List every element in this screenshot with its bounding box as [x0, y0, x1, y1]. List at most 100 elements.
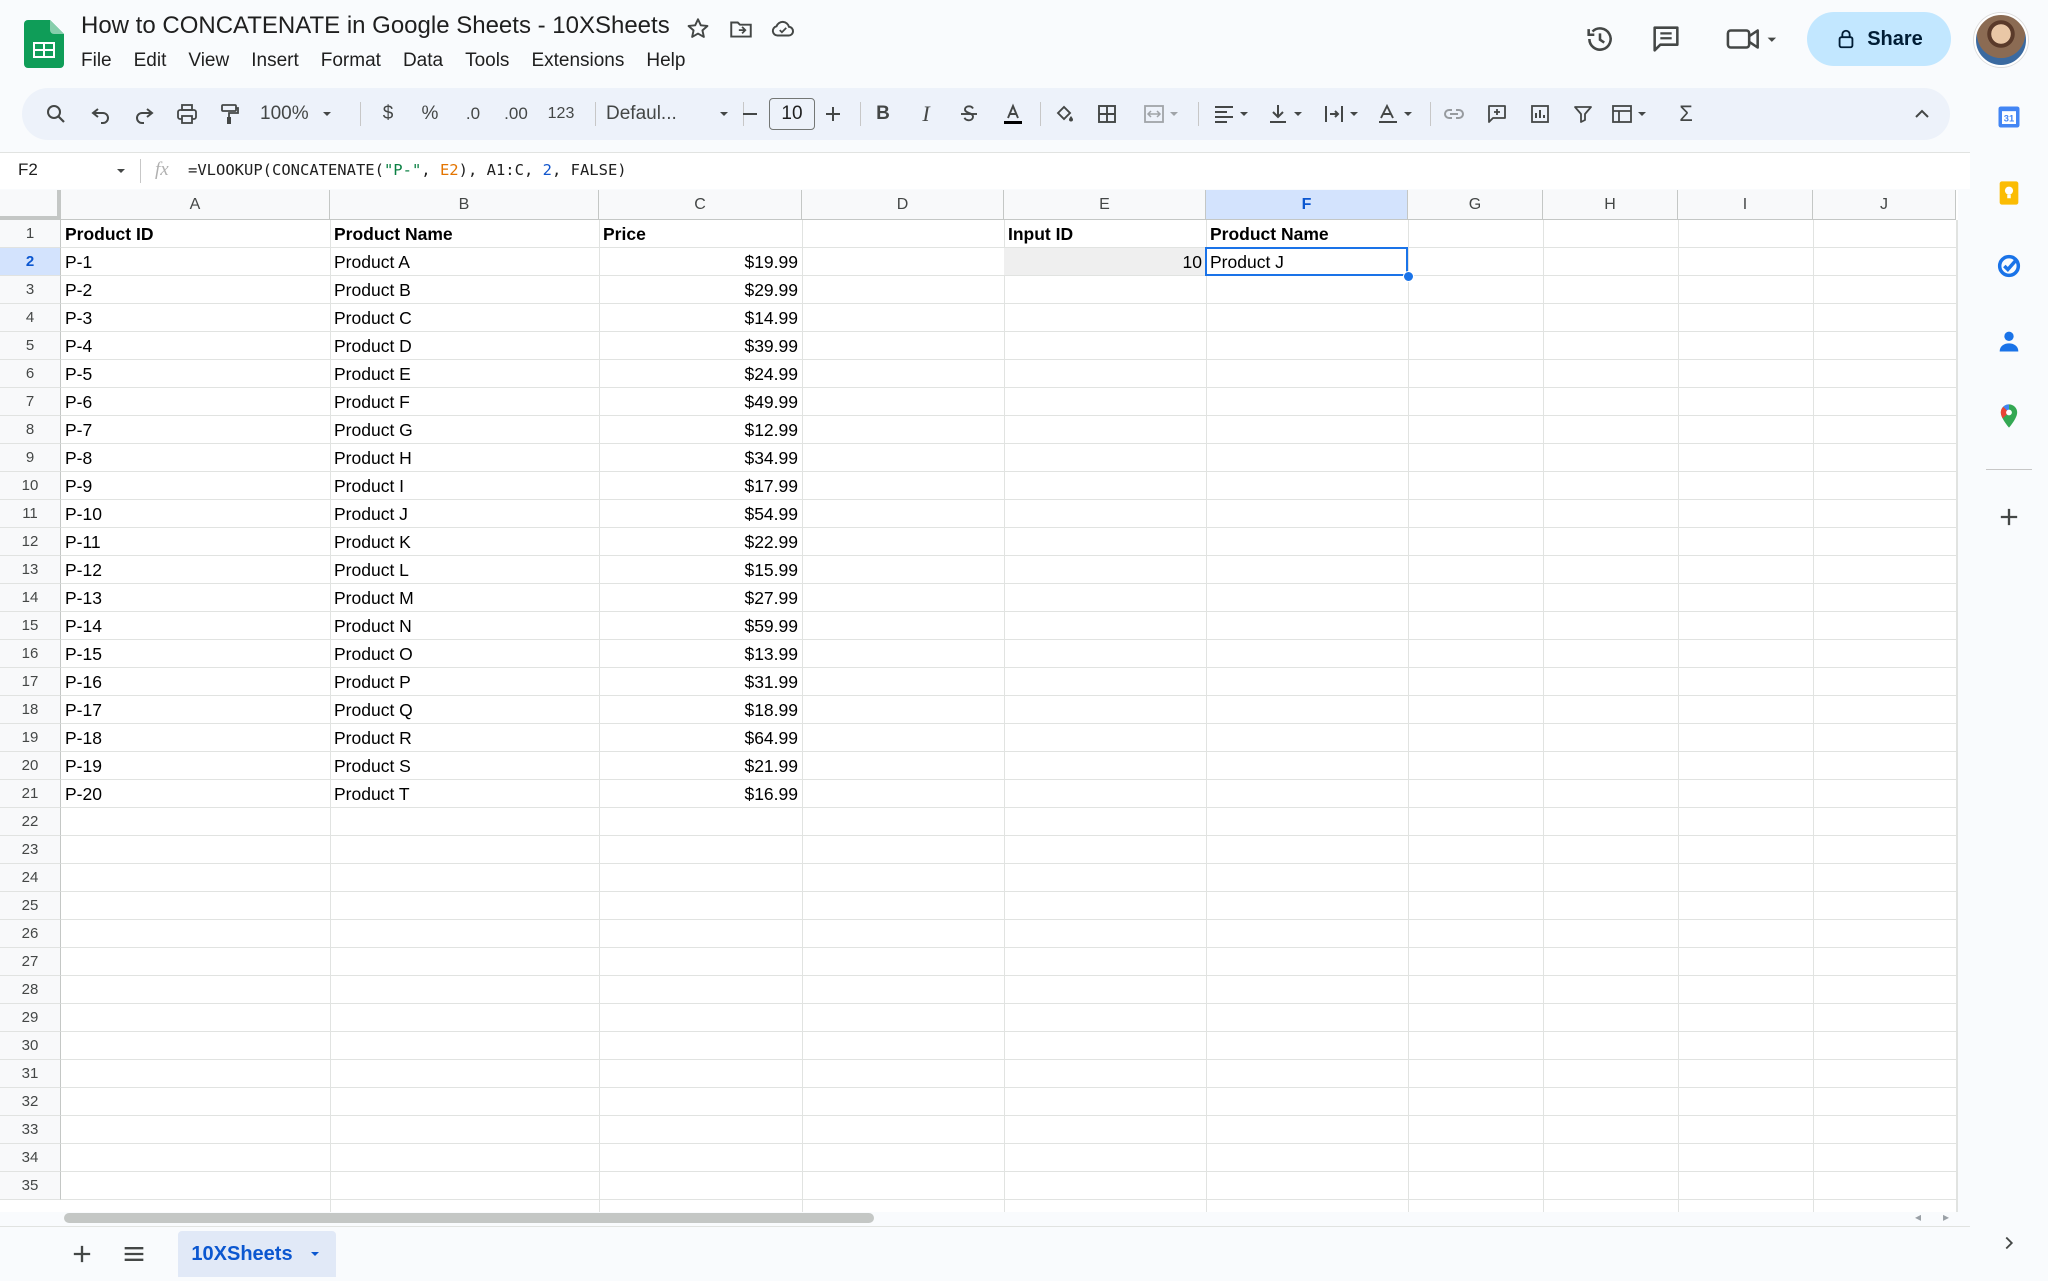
row-header-31[interactable]: 31	[0, 1060, 61, 1088]
price-cell[interactable]: $16.99	[599, 780, 802, 808]
menu-format[interactable]: Format	[310, 48, 392, 74]
product-id-cell[interactable]: P-12	[61, 556, 330, 584]
menu-edit[interactable]: Edit	[123, 48, 178, 74]
row-header-22[interactable]: 22	[0, 808, 61, 836]
product-id-cell[interactable]: P-18	[61, 724, 330, 752]
add-sheet-icon[interactable]	[68, 1240, 96, 1268]
product-id-cell[interactable]: P-2	[61, 276, 330, 304]
product-id-cell[interactable]: P-4	[61, 332, 330, 360]
row-header-19[interactable]: 19	[0, 724, 61, 752]
row-header-29[interactable]: 29	[0, 1004, 61, 1032]
row-header-26[interactable]: 26	[0, 920, 61, 948]
maps-icon[interactable]	[1990, 397, 2028, 435]
horizontal-scrollbar-thumb[interactable]	[64, 1213, 874, 1223]
column-header-b[interactable]: B	[330, 190, 599, 220]
input-id-cell[interactable]: 10	[1004, 248, 1206, 276]
increase-font-size-icon[interactable]	[820, 101, 846, 127]
product-id-cell[interactable]: P-5	[61, 360, 330, 388]
text-color-icon[interactable]	[998, 101, 1028, 127]
product-name-cell[interactable]: Product T	[330, 780, 599, 808]
price-cell[interactable]: $34.99	[599, 444, 802, 472]
product-id-cell[interactable]: P-7	[61, 416, 330, 444]
row-header-11[interactable]: 11	[0, 500, 61, 528]
decrease-decimal-button[interactable]: .0	[458, 101, 488, 127]
cell-f1-header[interactable]: Product Name	[1206, 220, 1408, 248]
cell-a1-header[interactable]: Product ID	[61, 220, 330, 248]
product-name-cell[interactable]: Product N	[330, 612, 599, 640]
font-family-select[interactable]: Defaul...	[606, 101, 732, 127]
text-wrapping-icon[interactable]	[1318, 101, 1366, 127]
cell-e1-header[interactable]: Input ID	[1004, 220, 1206, 248]
name-box[interactable]: F2	[18, 160, 38, 180]
price-cell[interactable]: $59.99	[599, 612, 802, 640]
row-header-13[interactable]: 13	[0, 556, 61, 584]
price-cell[interactable]: $64.99	[599, 724, 802, 752]
contacts-icon[interactable]	[1990, 322, 2028, 360]
product-name-cell[interactable]: Product D	[330, 332, 599, 360]
row-header-35[interactable]: 35	[0, 1172, 61, 1200]
price-cell[interactable]: $21.99	[599, 752, 802, 780]
paint-format-icon[interactable]	[216, 101, 242, 127]
print-icon[interactable]	[174, 101, 200, 127]
spreadsheet-grid[interactable]: A B C D E F G H I J 1 2 3 4 5 6 7 8 9 10 11 12 13 14 15 16 17 18 19 2…	[0, 190, 1958, 1212]
product-id-cell[interactable]: P-19	[61, 752, 330, 780]
star-icon[interactable]	[685, 16, 711, 42]
row-header-17[interactable]: 17	[0, 668, 61, 696]
row-header-21[interactable]: 21	[0, 780, 61, 808]
column-header-e[interactable]: E	[1004, 190, 1206, 220]
product-name-cell[interactable]: Product K	[330, 528, 599, 556]
column-header-g[interactable]: G	[1408, 190, 1543, 220]
cell-b1-header[interactable]: Product Name	[330, 220, 599, 248]
hide-menus-chevron-up-icon[interactable]	[1909, 101, 1935, 127]
row-header-15[interactable]: 15	[0, 612, 61, 640]
product-name-cell[interactable]: Product F	[330, 388, 599, 416]
row-header-4[interactable]: 4	[0, 304, 61, 332]
filter-views-icon[interactable]	[1606, 101, 1654, 127]
product-name-cell[interactable]: Product Q	[330, 696, 599, 724]
product-id-cell[interactable]: P-20	[61, 780, 330, 808]
price-cell[interactable]: $27.99	[599, 584, 802, 612]
row-header-24[interactable]: 24	[0, 864, 61, 892]
row-header-14[interactable]: 14	[0, 584, 61, 612]
horizontal-align-icon[interactable]	[1208, 101, 1256, 127]
product-name-cell[interactable]: Product S	[330, 752, 599, 780]
row-header-33[interactable]: 33	[0, 1116, 61, 1144]
column-header-h[interactable]: H	[1543, 190, 1678, 220]
borders-icon[interactable]	[1094, 101, 1120, 127]
row-header-12[interactable]: 12	[0, 528, 61, 556]
product-name-cell[interactable]: Product H	[330, 444, 599, 472]
price-cell[interactable]: $12.99	[599, 416, 802, 444]
product-id-cell[interactable]: P-3	[61, 304, 330, 332]
row-header-2[interactable]: 2	[0, 248, 61, 276]
fill-handle[interactable]	[1403, 271, 1414, 282]
product-id-cell[interactable]: P-6	[61, 388, 330, 416]
fill-color-icon[interactable]	[1050, 101, 1078, 127]
formula-input[interactable]: =VLOOKUP(CONCATENATE("P-", E2), A1:C, 2,…	[188, 161, 627, 179]
menu-help[interactable]: Help	[635, 48, 696, 74]
row-header-18[interactable]: 18	[0, 696, 61, 724]
product-name-cell[interactable]: Product C	[330, 304, 599, 332]
increase-decimal-button[interactable]: .00	[499, 101, 533, 127]
sheets-logo-icon[interactable]	[24, 20, 64, 68]
strikethrough-icon[interactable]	[956, 101, 982, 127]
row-header-27[interactable]: 27	[0, 948, 61, 976]
product-id-cell[interactable]: P-14	[61, 612, 330, 640]
decrease-font-size-icon[interactable]	[737, 101, 763, 127]
italic-button[interactable]: I	[913, 101, 939, 127]
row-header-6[interactable]: 6	[0, 360, 61, 388]
product-id-cell[interactable]: P-17	[61, 696, 330, 724]
account-avatar[interactable]	[1974, 13, 2028, 67]
functions-button[interactable]: Σ	[1673, 101, 1699, 127]
menu-extensions[interactable]: Extensions	[520, 48, 635, 74]
row-header-20[interactable]: 20	[0, 752, 61, 780]
row-header-32[interactable]: 32	[0, 1088, 61, 1116]
product-name-cell[interactable]: Product R	[330, 724, 599, 752]
cell-c1-header[interactable]: Price	[599, 220, 802, 248]
product-id-cell[interactable]: P-8	[61, 444, 330, 472]
price-cell[interactable]: $29.99	[599, 276, 802, 304]
redo-icon[interactable]	[131, 101, 157, 127]
text-rotation-icon[interactable]	[1372, 101, 1420, 127]
document-title[interactable]: How to CONCATENATE in Google Sheets - 10…	[81, 12, 670, 40]
product-id-cell[interactable]: P-10	[61, 500, 330, 528]
zoom-select[interactable]: 100%	[260, 101, 335, 127]
